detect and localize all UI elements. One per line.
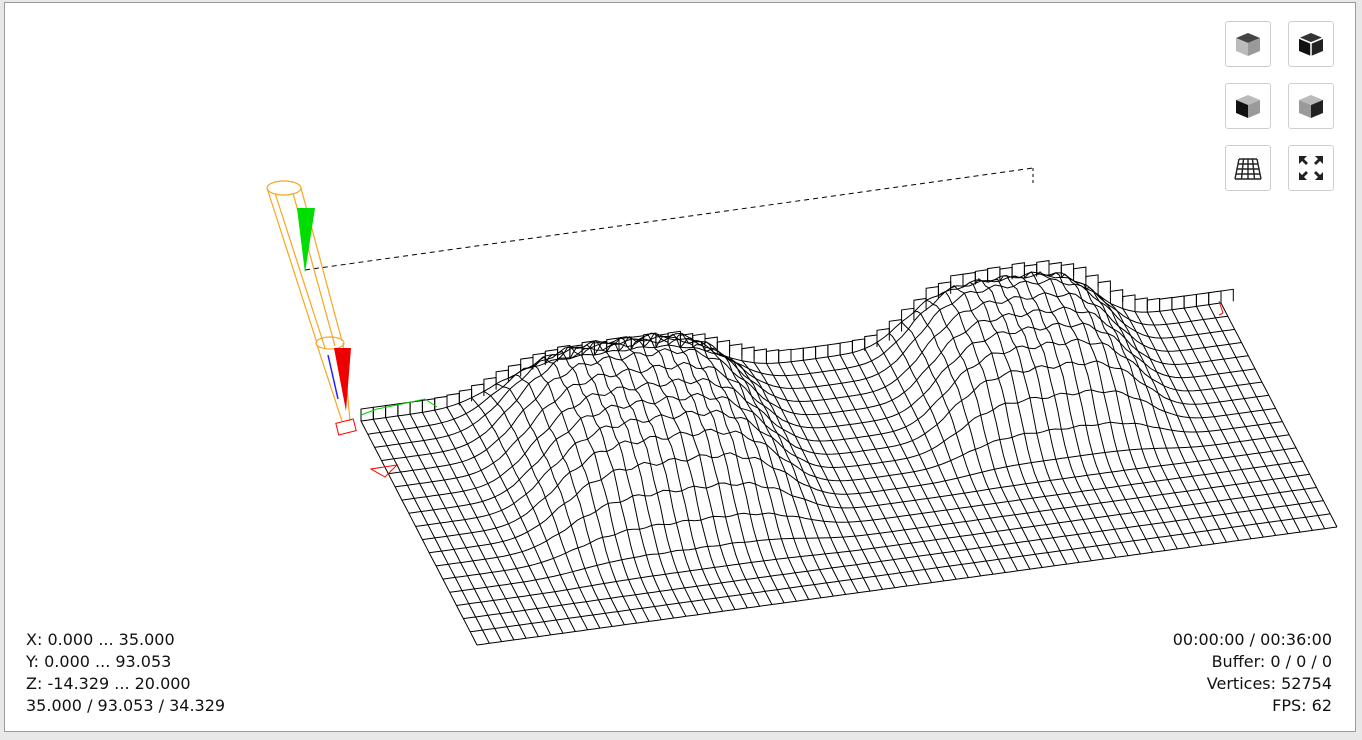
- mesh-edge-cell: [778, 348, 792, 363]
- mesh-edge-cell: [1109, 289, 1124, 304]
- view-top-button[interactable]: [1225, 21, 1271, 67]
- mesh-edge-cell: [876, 328, 890, 343]
- mesh-line: [643, 333, 761, 607]
- view-3d-button[interactable]: [1288, 21, 1334, 67]
- origin-axes: [360, 300, 1224, 478]
- mesh-line: [655, 333, 773, 605]
- mesh-edge-cell: [753, 348, 767, 363]
- mesh-edge-cell: [864, 334, 878, 349]
- mesh-line: [1208, 304, 1326, 529]
- mesh-line: [1024, 271, 1141, 555]
- mesh-line: [741, 360, 859, 593]
- cube-top-icon: [1236, 33, 1260, 56]
- mesh-line: [395, 322, 1256, 488]
- fps-counter: FPS: 62: [1272, 696, 1332, 715]
- mesh-line: [753, 362, 871, 592]
- mesh-edge-cell: [1097, 280, 1111, 295]
- mesh-line: [1159, 310, 1277, 536]
- expand-icon: [1299, 156, 1323, 180]
- mesh-edge-cell: [741, 346, 755, 361]
- mesh-edge-cell: [1134, 297, 1148, 312]
- mesh-edge-cell: [409, 399, 423, 415]
- mesh-edge-cell: [1122, 294, 1136, 309]
- elapsed-time: 00:00:00 / 00:36:00: [1172, 630, 1332, 649]
- mesh-edge-cell: [987, 266, 1001, 281]
- mesh-line: [593, 340, 711, 614]
- cube-front-icon: [1236, 95, 1260, 118]
- mesh-line: [1171, 309, 1289, 534]
- bounds-info: X: 0.000 ... 35.000 Y: 0.000 ... 93.053 …: [26, 629, 225, 717]
- mesh-edge-cell: [1036, 260, 1050, 275]
- mesh-line: [367, 271, 1228, 435]
- mesh-line: [1146, 311, 1264, 538]
- view-front-button[interactable]: [1225, 83, 1271, 129]
- vertex-count: Vertices: 52754: [1206, 674, 1332, 693]
- mesh-line: [765, 363, 883, 590]
- mesh-edge-cell: [1146, 297, 1161, 313]
- y-range: Y: 0.000 ... 93.053: [26, 652, 172, 671]
- tool-model: [266, 180, 357, 436]
- x-range: X: 0.000 ... 35.000: [26, 630, 175, 649]
- mesh-line: [630, 334, 748, 609]
- mesh-line: [409, 413, 527, 639]
- z-range: Z: -14.329 ... 20.000: [26, 674, 191, 693]
- mesh-edge-cell: [925, 286, 939, 301]
- mesh-edge-cell: [495, 369, 509, 384]
- mesh-line: [729, 357, 847, 595]
- mesh-edge-cell: [471, 383, 485, 398]
- rapid-move-path: [304, 167, 1034, 271]
- mesh-edge-cell: [815, 344, 829, 359]
- grid-toggle-button[interactable]: [1225, 145, 1271, 191]
- mesh-edge-cell: [790, 347, 804, 362]
- mesh-line: [1195, 306, 1313, 531]
- mesh-edge-cell: [802, 346, 817, 361]
- grid-icon: [1234, 158, 1262, 180]
- mesh-edge-cell: [1171, 295, 1185, 310]
- cube-iso-icon: [1298, 33, 1324, 56]
- mesh-line: [415, 389, 1276, 527]
- mesh-edge-cell: [901, 307, 915, 322]
- mesh-edge-cell: [1011, 262, 1025, 277]
- fit-view-button[interactable]: [1288, 145, 1334, 191]
- mesh-line: [401, 338, 1262, 501]
- mesh-edge-cell: [1183, 293, 1197, 309]
- mesh-edge-cell: [1220, 288, 1234, 303]
- 3d-viewport[interactable]: X: 0.000 ... 35.000 Y: 0.000 ... 93.053 …: [4, 2, 1356, 732]
- mesh-edge-cell: [1073, 266, 1087, 281]
- mesh-line: [360, 420, 478, 646]
- cube-side-icon: [1299, 95, 1323, 118]
- mesh-line: [999, 275, 1117, 558]
- mesh-line: [1183, 307, 1301, 533]
- dimensions: 35.000 / 93.053 / 34.329: [26, 696, 226, 715]
- view-side-button[interactable]: [1288, 83, 1334, 129]
- status-info: 00:00:00 / 00:36:00 Buffer: 0 / 0 / 0 Ve…: [1173, 629, 1332, 717]
- buffer-status: Buffer: 0 / 0 / 0: [1211, 652, 1332, 671]
- surface-mesh: [360, 260, 1338, 646]
- mesh-edge-cell: [729, 343, 743, 358]
- mesh-line: [950, 285, 1068, 565]
- mesh-edge-cell: [1159, 296, 1173, 312]
- toolpath-scene[interactable]: [5, 3, 1356, 732]
- mesh-edge-cell: [765, 349, 780, 364]
- mesh-edge-cell: [1195, 292, 1210, 307]
- mesh-line: [1220, 302, 1338, 528]
